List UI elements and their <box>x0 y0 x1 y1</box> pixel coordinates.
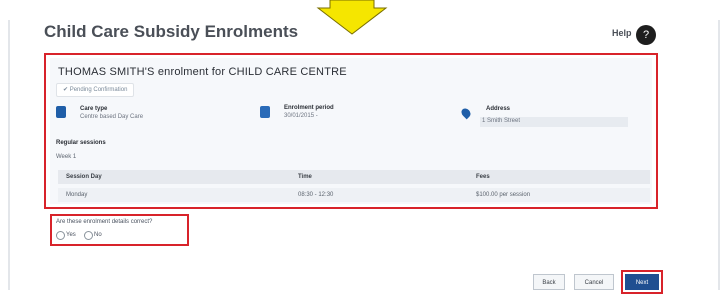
sessions-table-header: Session Day Time Fees <box>58 170 650 184</box>
status-text: Pending Confirmation <box>69 87 128 93</box>
enrolment-title: THOMAS SMITH'S enrolment for CHILD CARE … <box>58 66 347 78</box>
confirmation-question: Are these enrolment details correct? <box>56 219 153 225</box>
cancel-button[interactable]: Cancel <box>574 274 614 290</box>
yes-radio[interactable] <box>56 231 65 240</box>
help-icon[interactable]: ? <box>636 25 656 45</box>
card-icon <box>56 106 66 118</box>
week-label: Week 1 <box>56 154 77 160</box>
yes-radio-label[interactable]: Yes <box>66 232 76 238</box>
down-arrow-icon <box>316 0 388 35</box>
care-type-label: Care type <box>80 106 108 112</box>
session-time: 08:30 - 12:30 <box>298 192 334 198</box>
status-badge: ✔ Pending Confirmation <box>56 83 135 97</box>
column-header-time: Time <box>298 174 312 180</box>
page-title: Child Care Subsidy Enrolments <box>44 22 299 41</box>
session-day: Monday <box>66 192 88 198</box>
column-header-day: Session Day <box>66 174 102 180</box>
help-link[interactable]: Help <box>612 28 632 38</box>
address-label: Address <box>486 106 511 112</box>
check-icon: ✔ <box>63 87 69 93</box>
calendar-icon <box>260 106 270 118</box>
page-right-border <box>718 20 720 290</box>
no-radio[interactable] <box>84 231 93 240</box>
period-label: Enrolment period <box>284 105 334 111</box>
back-button[interactable]: Back <box>533 274 565 290</box>
table-row: Monday 08:30 - 12:30 $100.00 per session <box>58 188 650 202</box>
sessions-heading: Regular sessions <box>56 140 106 146</box>
period-value: 30/01/2015 - <box>284 113 318 119</box>
no-radio-label[interactable]: No <box>94 232 102 238</box>
care-type-value: Centre based Day Care <box>80 114 144 120</box>
column-header-fees: Fees <box>476 174 490 180</box>
next-button[interactable]: Next <box>625 274 659 290</box>
session-fees: $100.00 per session <box>476 192 531 198</box>
page-left-border <box>8 20 10 290</box>
address-value: 1 Smith Street <box>482 118 521 124</box>
